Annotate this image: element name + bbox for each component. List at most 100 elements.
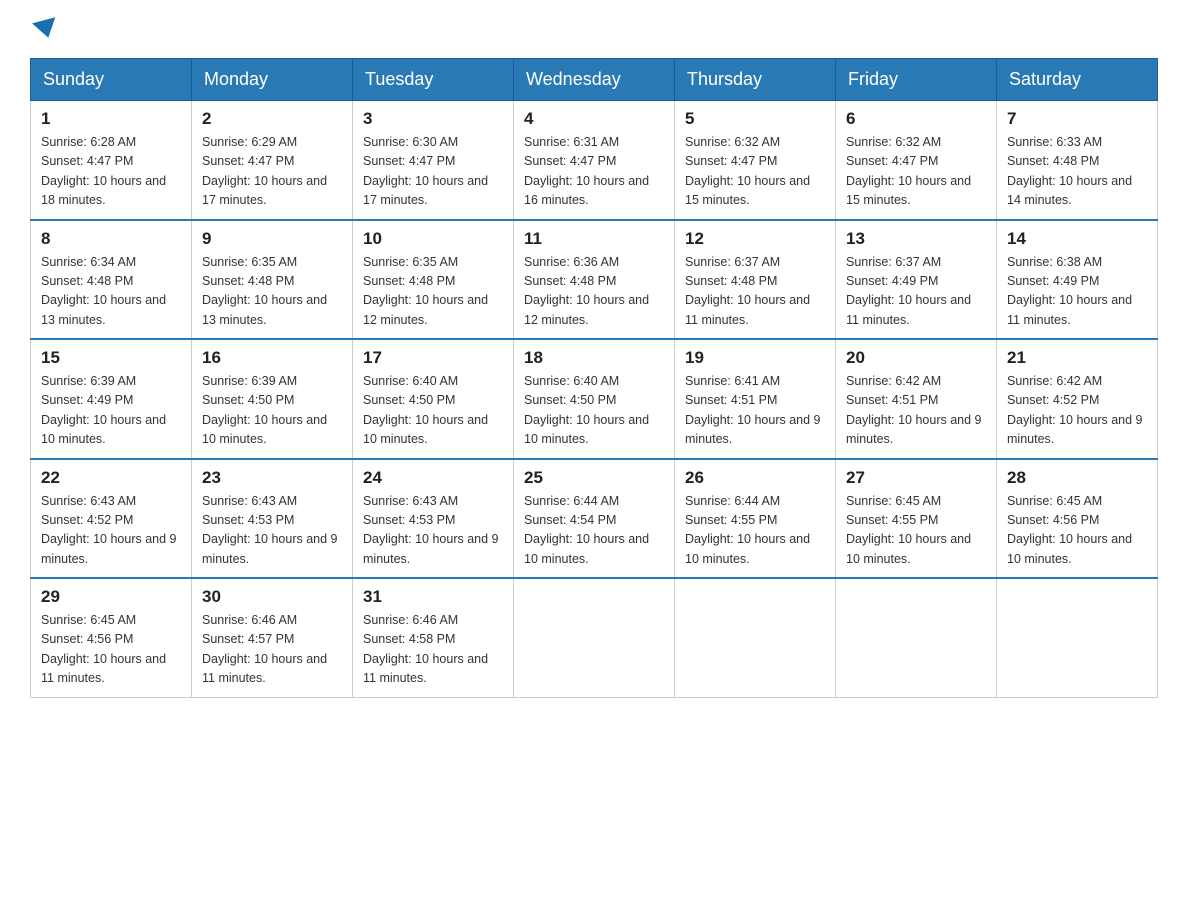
calendar-day-cell: 13 Sunrise: 6:37 AMSunset: 4:49 PMDaylig… — [836, 220, 997, 340]
calendar-day-cell: 23 Sunrise: 6:43 AMSunset: 4:53 PMDaylig… — [192, 459, 353, 579]
day-info: Sunrise: 6:31 AMSunset: 4:47 PMDaylight:… — [524, 135, 649, 207]
logo-blue-text — [30, 20, 58, 38]
day-number: 26 — [685, 468, 825, 488]
calendar-day-cell: 8 Sunrise: 6:34 AMSunset: 4:48 PMDayligh… — [31, 220, 192, 340]
day-info: Sunrise: 6:44 AMSunset: 4:55 PMDaylight:… — [685, 494, 810, 566]
day-number: 29 — [41, 587, 181, 607]
day-info: Sunrise: 6:41 AMSunset: 4:51 PMDaylight:… — [685, 374, 821, 446]
day-info: Sunrise: 6:35 AMSunset: 4:48 PMDaylight:… — [202, 255, 327, 327]
calendar-day-header: Wednesday — [514, 59, 675, 101]
calendar-day-cell: 24 Sunrise: 6:43 AMSunset: 4:53 PMDaylig… — [353, 459, 514, 579]
day-number: 17 — [363, 348, 503, 368]
day-info: Sunrise: 6:45 AMSunset: 4:56 PMDaylight:… — [1007, 494, 1132, 566]
day-number: 16 — [202, 348, 342, 368]
calendar-table: SundayMondayTuesdayWednesdayThursdayFrid… — [30, 58, 1158, 698]
day-info: Sunrise: 6:39 AMSunset: 4:50 PMDaylight:… — [202, 374, 327, 446]
day-number: 12 — [685, 229, 825, 249]
calendar-day-cell: 20 Sunrise: 6:42 AMSunset: 4:51 PMDaylig… — [836, 339, 997, 459]
calendar-day-header: Monday — [192, 59, 353, 101]
day-number: 19 — [685, 348, 825, 368]
calendar-day-header: Friday — [836, 59, 997, 101]
page-header — [30, 20, 1158, 38]
day-number: 11 — [524, 229, 664, 249]
day-number: 10 — [363, 229, 503, 249]
day-number: 21 — [1007, 348, 1147, 368]
calendar-day-cell: 16 Sunrise: 6:39 AMSunset: 4:50 PMDaylig… — [192, 339, 353, 459]
calendar-day-cell: 10 Sunrise: 6:35 AMSunset: 4:48 PMDaylig… — [353, 220, 514, 340]
calendar-day-cell: 21 Sunrise: 6:42 AMSunset: 4:52 PMDaylig… — [997, 339, 1158, 459]
day-info: Sunrise: 6:29 AMSunset: 4:47 PMDaylight:… — [202, 135, 327, 207]
day-info: Sunrise: 6:32 AMSunset: 4:47 PMDaylight:… — [846, 135, 971, 207]
day-number: 8 — [41, 229, 181, 249]
calendar-day-cell: 26 Sunrise: 6:44 AMSunset: 4:55 PMDaylig… — [675, 459, 836, 579]
day-info: Sunrise: 6:40 AMSunset: 4:50 PMDaylight:… — [363, 374, 488, 446]
day-number: 24 — [363, 468, 503, 488]
day-number: 23 — [202, 468, 342, 488]
calendar-week-row: 1 Sunrise: 6:28 AMSunset: 4:47 PMDayligh… — [31, 101, 1158, 220]
day-number: 30 — [202, 587, 342, 607]
day-number: 27 — [846, 468, 986, 488]
calendar-day-cell: 25 Sunrise: 6:44 AMSunset: 4:54 PMDaylig… — [514, 459, 675, 579]
day-info: Sunrise: 6:40 AMSunset: 4:50 PMDaylight:… — [524, 374, 649, 446]
day-info: Sunrise: 6:43 AMSunset: 4:52 PMDaylight:… — [41, 494, 177, 566]
calendar-week-row: 15 Sunrise: 6:39 AMSunset: 4:49 PMDaylig… — [31, 339, 1158, 459]
day-info: Sunrise: 6:36 AMSunset: 4:48 PMDaylight:… — [524, 255, 649, 327]
day-info: Sunrise: 6:34 AMSunset: 4:48 PMDaylight:… — [41, 255, 166, 327]
day-number: 13 — [846, 229, 986, 249]
day-info: Sunrise: 6:46 AMSunset: 4:57 PMDaylight:… — [202, 613, 327, 685]
calendar-day-cell: 18 Sunrise: 6:40 AMSunset: 4:50 PMDaylig… — [514, 339, 675, 459]
day-number: 7 — [1007, 109, 1147, 129]
calendar-day-cell — [836, 578, 997, 697]
calendar-day-cell: 1 Sunrise: 6:28 AMSunset: 4:47 PMDayligh… — [31, 101, 192, 220]
day-number: 9 — [202, 229, 342, 249]
calendar-day-cell: 7 Sunrise: 6:33 AMSunset: 4:48 PMDayligh… — [997, 101, 1158, 220]
day-info: Sunrise: 6:44 AMSunset: 4:54 PMDaylight:… — [524, 494, 649, 566]
calendar-day-cell: 9 Sunrise: 6:35 AMSunset: 4:48 PMDayligh… — [192, 220, 353, 340]
calendar-day-cell: 31 Sunrise: 6:46 AMSunset: 4:58 PMDaylig… — [353, 578, 514, 697]
day-number: 20 — [846, 348, 986, 368]
day-info: Sunrise: 6:43 AMSunset: 4:53 PMDaylight:… — [202, 494, 338, 566]
day-number: 4 — [524, 109, 664, 129]
calendar-day-header: Saturday — [997, 59, 1158, 101]
calendar-week-row: 22 Sunrise: 6:43 AMSunset: 4:52 PMDaylig… — [31, 459, 1158, 579]
calendar-day-cell: 4 Sunrise: 6:31 AMSunset: 4:47 PMDayligh… — [514, 101, 675, 220]
day-number: 14 — [1007, 229, 1147, 249]
calendar-day-cell: 5 Sunrise: 6:32 AMSunset: 4:47 PMDayligh… — [675, 101, 836, 220]
calendar-day-cell: 27 Sunrise: 6:45 AMSunset: 4:55 PMDaylig… — [836, 459, 997, 579]
calendar-day-cell: 29 Sunrise: 6:45 AMSunset: 4:56 PMDaylig… — [31, 578, 192, 697]
day-info: Sunrise: 6:45 AMSunset: 4:56 PMDaylight:… — [41, 613, 166, 685]
calendar-day-header: Tuesday — [353, 59, 514, 101]
calendar-day-cell: 11 Sunrise: 6:36 AMSunset: 4:48 PMDaylig… — [514, 220, 675, 340]
day-info: Sunrise: 6:45 AMSunset: 4:55 PMDaylight:… — [846, 494, 971, 566]
day-number: 22 — [41, 468, 181, 488]
calendar-day-cell — [675, 578, 836, 697]
calendar-day-cell — [514, 578, 675, 697]
calendar-header-row: SundayMondayTuesdayWednesdayThursdayFrid… — [31, 59, 1158, 101]
day-number: 1 — [41, 109, 181, 129]
day-info: Sunrise: 6:39 AMSunset: 4:49 PMDaylight:… — [41, 374, 166, 446]
day-info: Sunrise: 6:30 AMSunset: 4:47 PMDaylight:… — [363, 135, 488, 207]
calendar-day-header: Sunday — [31, 59, 192, 101]
day-info: Sunrise: 6:33 AMSunset: 4:48 PMDaylight:… — [1007, 135, 1132, 207]
day-info: Sunrise: 6:38 AMSunset: 4:49 PMDaylight:… — [1007, 255, 1132, 327]
day-info: Sunrise: 6:43 AMSunset: 4:53 PMDaylight:… — [363, 494, 499, 566]
calendar-day-header: Thursday — [675, 59, 836, 101]
day-number: 2 — [202, 109, 342, 129]
day-info: Sunrise: 6:46 AMSunset: 4:58 PMDaylight:… — [363, 613, 488, 685]
day-info: Sunrise: 6:42 AMSunset: 4:51 PMDaylight:… — [846, 374, 982, 446]
calendar-day-cell: 3 Sunrise: 6:30 AMSunset: 4:47 PMDayligh… — [353, 101, 514, 220]
day-info: Sunrise: 6:37 AMSunset: 4:49 PMDaylight:… — [846, 255, 971, 327]
day-number: 18 — [524, 348, 664, 368]
day-number: 15 — [41, 348, 181, 368]
logo — [30, 20, 58, 38]
day-number: 6 — [846, 109, 986, 129]
calendar-day-cell: 15 Sunrise: 6:39 AMSunset: 4:49 PMDaylig… — [31, 339, 192, 459]
calendar-day-cell: 28 Sunrise: 6:45 AMSunset: 4:56 PMDaylig… — [997, 459, 1158, 579]
calendar-day-cell — [997, 578, 1158, 697]
day-number: 5 — [685, 109, 825, 129]
calendar-week-row: 29 Sunrise: 6:45 AMSunset: 4:56 PMDaylig… — [31, 578, 1158, 697]
calendar-day-cell: 30 Sunrise: 6:46 AMSunset: 4:57 PMDaylig… — [192, 578, 353, 697]
day-info: Sunrise: 6:32 AMSunset: 4:47 PMDaylight:… — [685, 135, 810, 207]
calendar-day-cell: 6 Sunrise: 6:32 AMSunset: 4:47 PMDayligh… — [836, 101, 997, 220]
logo-triangle-icon — [32, 17, 60, 41]
